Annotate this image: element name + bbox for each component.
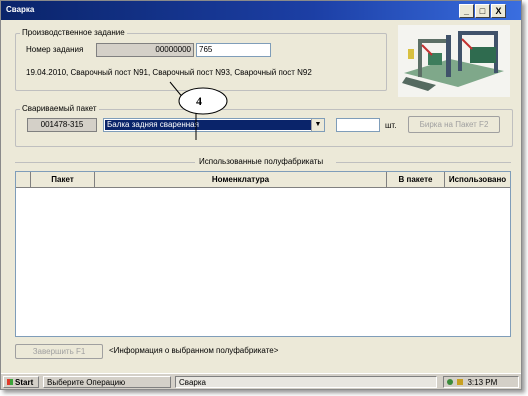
- start-button[interactable]: Start: [3, 376, 39, 388]
- finish-button[interactable]: Завершить F1: [15, 344, 103, 359]
- maximize-button[interactable]: □: [475, 4, 490, 18]
- title-bar[interactable]: Сварка _ □ X: [1, 1, 521, 20]
- quantity-field[interactable]: [336, 118, 380, 132]
- column-header-package[interactable]: Пакет: [31, 172, 95, 187]
- taskbar: Start Выберите Операцию Сварка 3:13 PM: [1, 373, 521, 389]
- task-number-suffix-field[interactable]: 765: [196, 43, 271, 57]
- tray-clock: 3:13 PM: [467, 378, 498, 387]
- quantity-unit: шт.: [385, 121, 397, 130]
- welding-machine-image: [398, 25, 510, 97]
- tag-package-button[interactable]: Бирка на Пакет F2: [408, 116, 500, 133]
- window-title: Сварка: [6, 5, 35, 14]
- materials-separator-left: [15, 162, 195, 163]
- package-code-field: 001478-315: [27, 118, 97, 132]
- column-header-used[interactable]: Использовано: [445, 172, 510, 187]
- taskbar-item-operation[interactable]: Выберите Операцию: [43, 376, 171, 388]
- close-button[interactable]: X: [491, 4, 506, 18]
- app-window: Сварка _ □ X Производственное задание Но…: [0, 0, 522, 390]
- task-number-label: Номер задания: [26, 45, 84, 54]
- callout-annotation: [169, 81, 228, 140]
- table-header: Пакет Номенклатура В пакете Использовано: [16, 172, 510, 188]
- package-group-legend: Свариваемый пакет: [20, 104, 99, 113]
- row-selector-header: [16, 172, 31, 187]
- taskbar-item-app[interactable]: Сварка: [175, 376, 437, 388]
- task-group-legend: Производственное задание: [20, 28, 127, 37]
- tray-network-icon[interactable]: [447, 379, 453, 385]
- tray-speaker-icon[interactable]: [457, 379, 464, 385]
- start-label: Start: [15, 378, 34, 387]
- column-header-in-package[interactable]: В пакете: [387, 172, 445, 187]
- materials-title: Использованные полуфабрикаты: [199, 157, 324, 166]
- dropdown-arrow-icon[interactable]: ▼: [311, 119, 324, 131]
- task-info-text: 19.04.2010, Сварочный пост N91, Сварочны…: [26, 68, 312, 77]
- task-number-field: 00000000: [96, 43, 194, 57]
- selected-material-info: <Информация о выбранном полуфабрикате>: [109, 346, 279, 355]
- windows-logo-icon: [7, 379, 13, 385]
- materials-table[interactable]: Пакет Номенклатура В пакете Использовано: [15, 171, 511, 337]
- callout-label: 4: [196, 94, 202, 108]
- system-tray: 3:13 PM: [443, 376, 519, 388]
- column-header-nomenclature[interactable]: Номенклатура: [95, 172, 387, 187]
- materials-separator-right: [336, 162, 511, 163]
- minimize-button[interactable]: _: [459, 4, 474, 18]
